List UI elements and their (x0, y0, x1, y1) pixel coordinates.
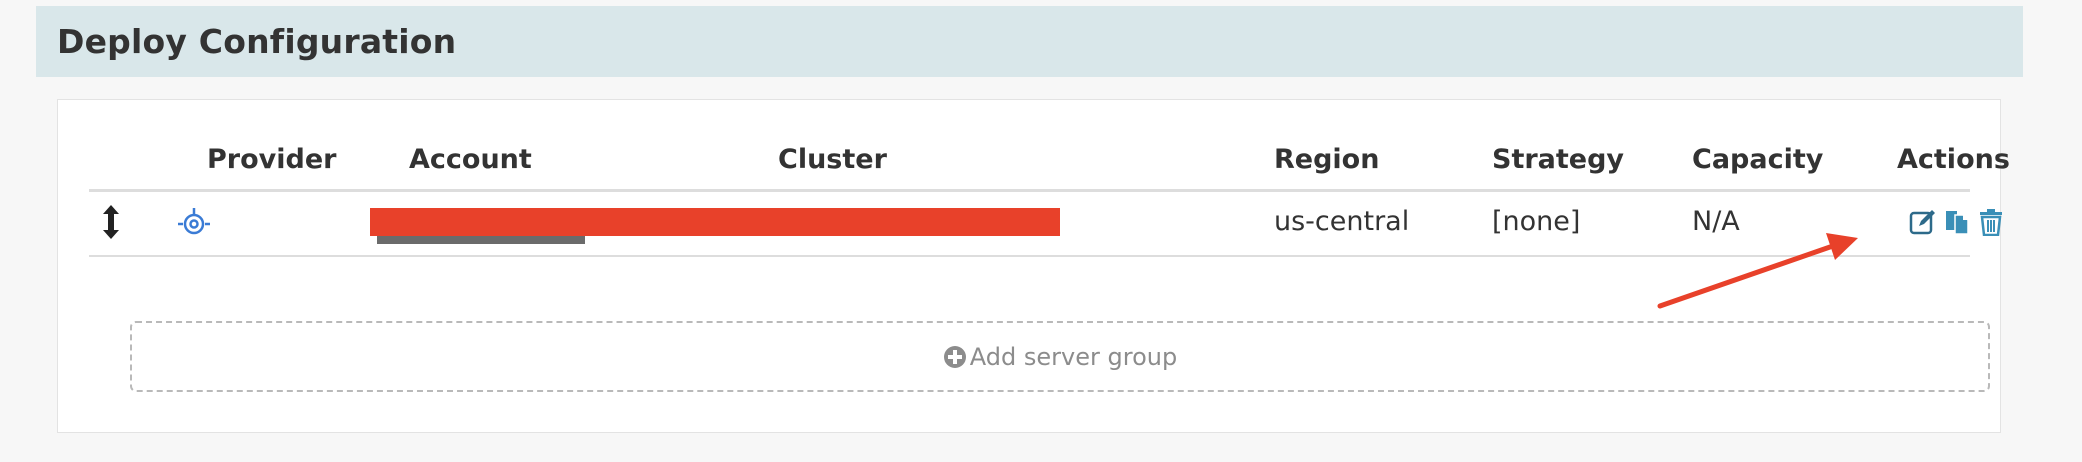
header-actions: Actions (1897, 144, 2010, 175)
header-cluster: Cluster (778, 144, 887, 175)
header-account: Account (409, 144, 532, 175)
plus-circle-icon (943, 345, 967, 369)
header-strategy: Strategy (1492, 144, 1625, 175)
header-capacity: Capacity (1692, 144, 1824, 175)
delete-icon[interactable] (1977, 208, 2005, 237)
deploy-config-panel: Provider Account Cluster Region Strategy… (57, 99, 2010, 433)
section-title: Deploy Configuration (57, 22, 457, 61)
strategy-value: [none] (1492, 206, 1581, 237)
add-server-group-button[interactable]: Add server group (130, 321, 1990, 392)
drag-handle-icon[interactable] (101, 204, 121, 240)
region-value: us-central (1274, 206, 1410, 237)
header-region: Region (1274, 144, 1380, 175)
edit-icon[interactable] (1909, 208, 1937, 236)
section-header: Deploy Configuration (36, 6, 2023, 77)
header-provider: Provider (207, 144, 337, 175)
server-group-table: Provider Account Cluster Region Strategy… (89, 140, 2010, 392)
table-header-row: Provider Account Cluster Region Strategy… (89, 140, 2010, 192)
table-row: us-central [none] N/A (89, 192, 2002, 257)
gce-provider-icon (176, 206, 212, 242)
redaction-bar (370, 208, 1060, 236)
clone-icon[interactable] (1943, 208, 1971, 236)
deploy-configuration-page: Deploy Configuration Provider Account Cl… (0, 0, 2082, 462)
capacity-value: N/A (1692, 206, 1740, 237)
add-server-group-label: Add server group (969, 342, 1178, 371)
